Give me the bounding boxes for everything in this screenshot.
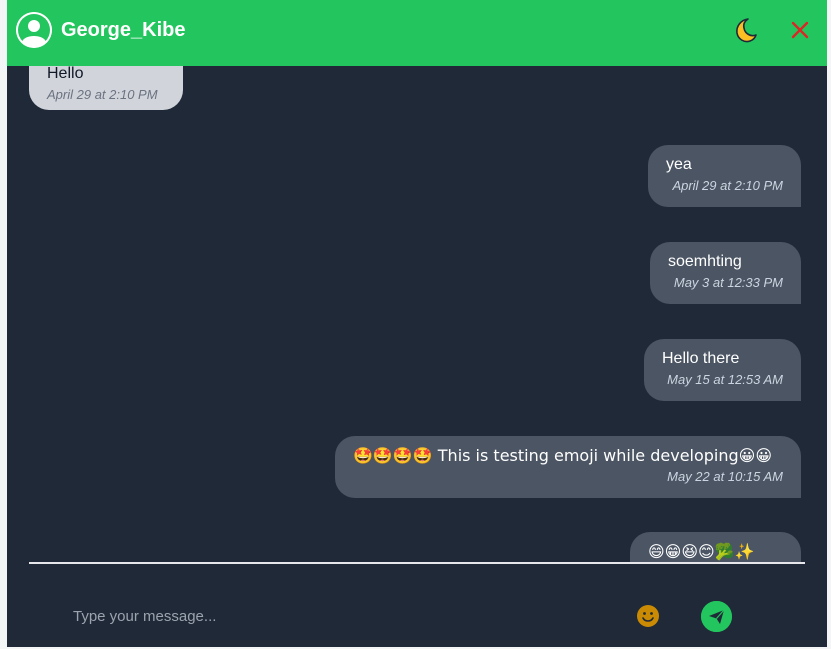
message-text: Hello there [662,350,740,367]
send-icon[interactable] [701,601,732,632]
message-list[interactable]: Hello April 29 at 2:10 PM yea April 29 a… [7,66,827,562]
message-input[interactable] [73,598,613,634]
moon-icon[interactable] [731,16,759,44]
chat-window: George_Kibe Hello April 29 at 2:10 PM ye… [7,0,827,647]
emoji-smiley-icon[interactable] [636,604,660,628]
user-avatar-icon[interactable] [16,12,52,48]
message-text: Hello [47,66,84,82]
message-text: 🤩🤩🤩🤩 This is testing emoji while develop… [353,446,773,465]
message-text: soemhting [668,253,742,270]
message-bubble-outgoing: soemhting May 3 at 12:33 PM [650,242,801,304]
close-icon[interactable] [789,19,811,41]
message-timestamp: May 15 at 12:53 AM [667,372,783,387]
message-timestamp: May 22 at 10:15 AM [667,469,783,484]
contact-name: George_Kibe [61,19,186,41]
message-timestamp: April 29 at 2:10 PM [672,178,783,193]
message-bubble-outgoing: 🤩🤩🤩🤩 This is testing emoji while develop… [335,436,801,498]
message-bubble-incoming: Hello April 29 at 2:10 PM [29,66,183,110]
chat-header: George_Kibe [7,0,827,66]
composer-divider [29,562,805,564]
message-timestamp: May 3 at 12:33 PM [673,275,783,290]
message-timestamp: April 29 at 2:10 PM [47,87,158,102]
message-bubble-outgoing: yea April 29 at 2:10 PM [648,145,801,207]
message-bubble-outgoing: 😄😁😆😊🥦✨ [630,532,801,562]
message-text: 😄😁😆😊🥦✨ [648,542,755,561]
message-bubble-outgoing: Hello there May 15 at 12:53 AM [644,339,801,401]
message-text: yea [666,156,692,173]
